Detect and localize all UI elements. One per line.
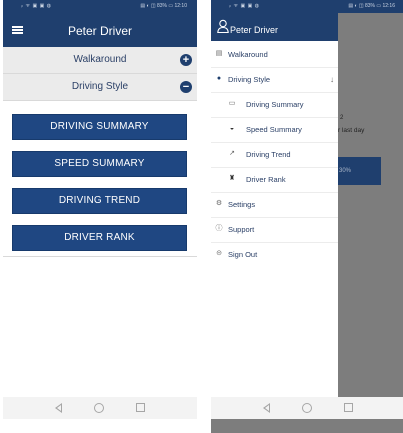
drawer-item-driving-summary[interactable]: ▭ Driving Summary — [211, 92, 338, 118]
drawer-item-label: Settings — [228, 200, 256, 209]
drawer-item-speed-summary[interactable]: ◒ Speed Summary — [211, 117, 338, 143]
arrow-down-icon[interactable]: ↓ — [330, 67, 334, 92]
drawer-item-support[interactable]: ⓘ Support — [211, 217, 338, 243]
driving-trend-button[interactable]: DRIVING TREND — [12, 188, 187, 214]
drawer-item-label: Driving Summary — [246, 100, 304, 109]
drawer-item-label: Speed Summary — [246, 125, 302, 134]
section-driving-style[interactable]: Driving Style − — [3, 74, 197, 101]
system-nav-bar — [3, 397, 197, 419]
phone-screen-drawer: ᵢₗ ᯤ ▣ ▣ ◍ ▤ ◐ ◫ 83% ▭ 12:16 2 r last da… — [211, 0, 403, 433]
drawer-header: Peter Driver — [211, 13, 338, 41]
summary-card-icon: ▭ — [228, 100, 236, 107]
status-icons-left: ᵢₗ ᯤ ▣ ▣ ◍ — [229, 3, 260, 9]
drawer-item-label: Support — [228, 225, 255, 234]
drawer-item-label: Driving Trend — [246, 150, 291, 159]
trend-chart-icon: ↗ — [229, 150, 235, 157]
driving-style-panel: DRIVING SUMMARY SPEED SUMMARY DRIVING TR… — [3, 101, 197, 257]
driving-summary-button[interactable]: DRIVING SUMMARY — [12, 114, 187, 140]
section-label: Driving Style — [71, 81, 129, 92]
plus-icon[interactable]: + — [180, 54, 192, 66]
navigation-drawer: Peter Driver ▤ Walkaround ● Driving Styl… — [211, 13, 338, 399]
home-icon[interactable] — [302, 403, 312, 413]
minus-icon[interactable]: − — [180, 81, 192, 93]
status-icons-right: ▤ ◐ ◫ 83% ▭ 12:16 — [348, 3, 395, 9]
status-icons-left: ᵢₗ ᯤ ▣ ▣ ◍ — [21, 3, 52, 9]
drawer-item-label: Walkaround — [228, 50, 268, 59]
drawer-item-driving-trend[interactable]: ↗ Driving Trend — [211, 142, 338, 168]
drawer-item-settings[interactable]: ⚙ Settings — [211, 192, 338, 218]
recent-apps-icon[interactable] — [344, 403, 353, 412]
drawer-item-label: Sign Out — [228, 250, 258, 259]
drawer-item-label: Driving Style — [228, 75, 271, 84]
status-icons-right: ▤ ◐ ◫ 83% ▭ 12:10 — [140, 3, 187, 9]
phone-screen-main: ᵢₗ ᯤ ▣ ▣ ◍ ▤ ◐ ◫ 83% ▭ 12:10 Peter Drive… — [3, 0, 197, 433]
drawer-item-sign-out[interactable]: ⊝ Sign Out — [211, 242, 338, 267]
app-title: Peter Driver — [67, 24, 132, 38]
drawer-item-driver-rank[interactable]: ♜ Driver Rank — [211, 167, 338, 193]
status-bar: ᵢₗ ᯤ ▣ ▣ ◍ ▤ ◐ ◫ 83% ▭ 12:16 — [211, 0, 403, 13]
back-icon[interactable] — [55, 403, 62, 413]
section-label: Walkaround — [73, 54, 127, 65]
speedometer-icon: ◒ — [229, 125, 235, 132]
sign-out-icon: ⊝ — [216, 250, 222, 257]
help-icon: ⓘ — [215, 225, 223, 232]
drawer-item-label: Driver Rank — [246, 175, 286, 184]
gear-icon: ⚙ — [215, 200, 223, 207]
driver-rank-button[interactable]: DRIVER RANK — [12, 225, 187, 251]
background-text: 2 — [340, 115, 344, 121]
section-walkaround[interactable]: Walkaround + — [3, 47, 197, 74]
user-icon — [217, 19, 229, 33]
recent-apps-icon[interactable] — [136, 403, 145, 412]
person-icon: ● — [216, 75, 222, 82]
system-nav-bar — [211, 397, 403, 419]
background-button: 30% — [336, 157, 381, 185]
trophy-icon: ♜ — [228, 175, 236, 182]
home-icon[interactable] — [94, 403, 104, 413]
speed-summary-button[interactable]: SPEED SUMMARY — [12, 151, 187, 177]
app-bar: Peter Driver — [3, 13, 197, 47]
status-bar: ᵢₗ ᯤ ▣ ▣ ◍ ▤ ◐ ◫ 83% ▭ 12:10 — [3, 0, 197, 13]
drawer-item-walkaround[interactable]: ▤ Walkaround — [211, 42, 338, 68]
background-text: r last day — [338, 127, 365, 134]
drawer-item-driving-style[interactable]: ● Driving Style ↓ — [211, 67, 338, 93]
back-icon[interactable] — [263, 403, 270, 413]
clipboard-icon: ▤ — [215, 50, 223, 57]
